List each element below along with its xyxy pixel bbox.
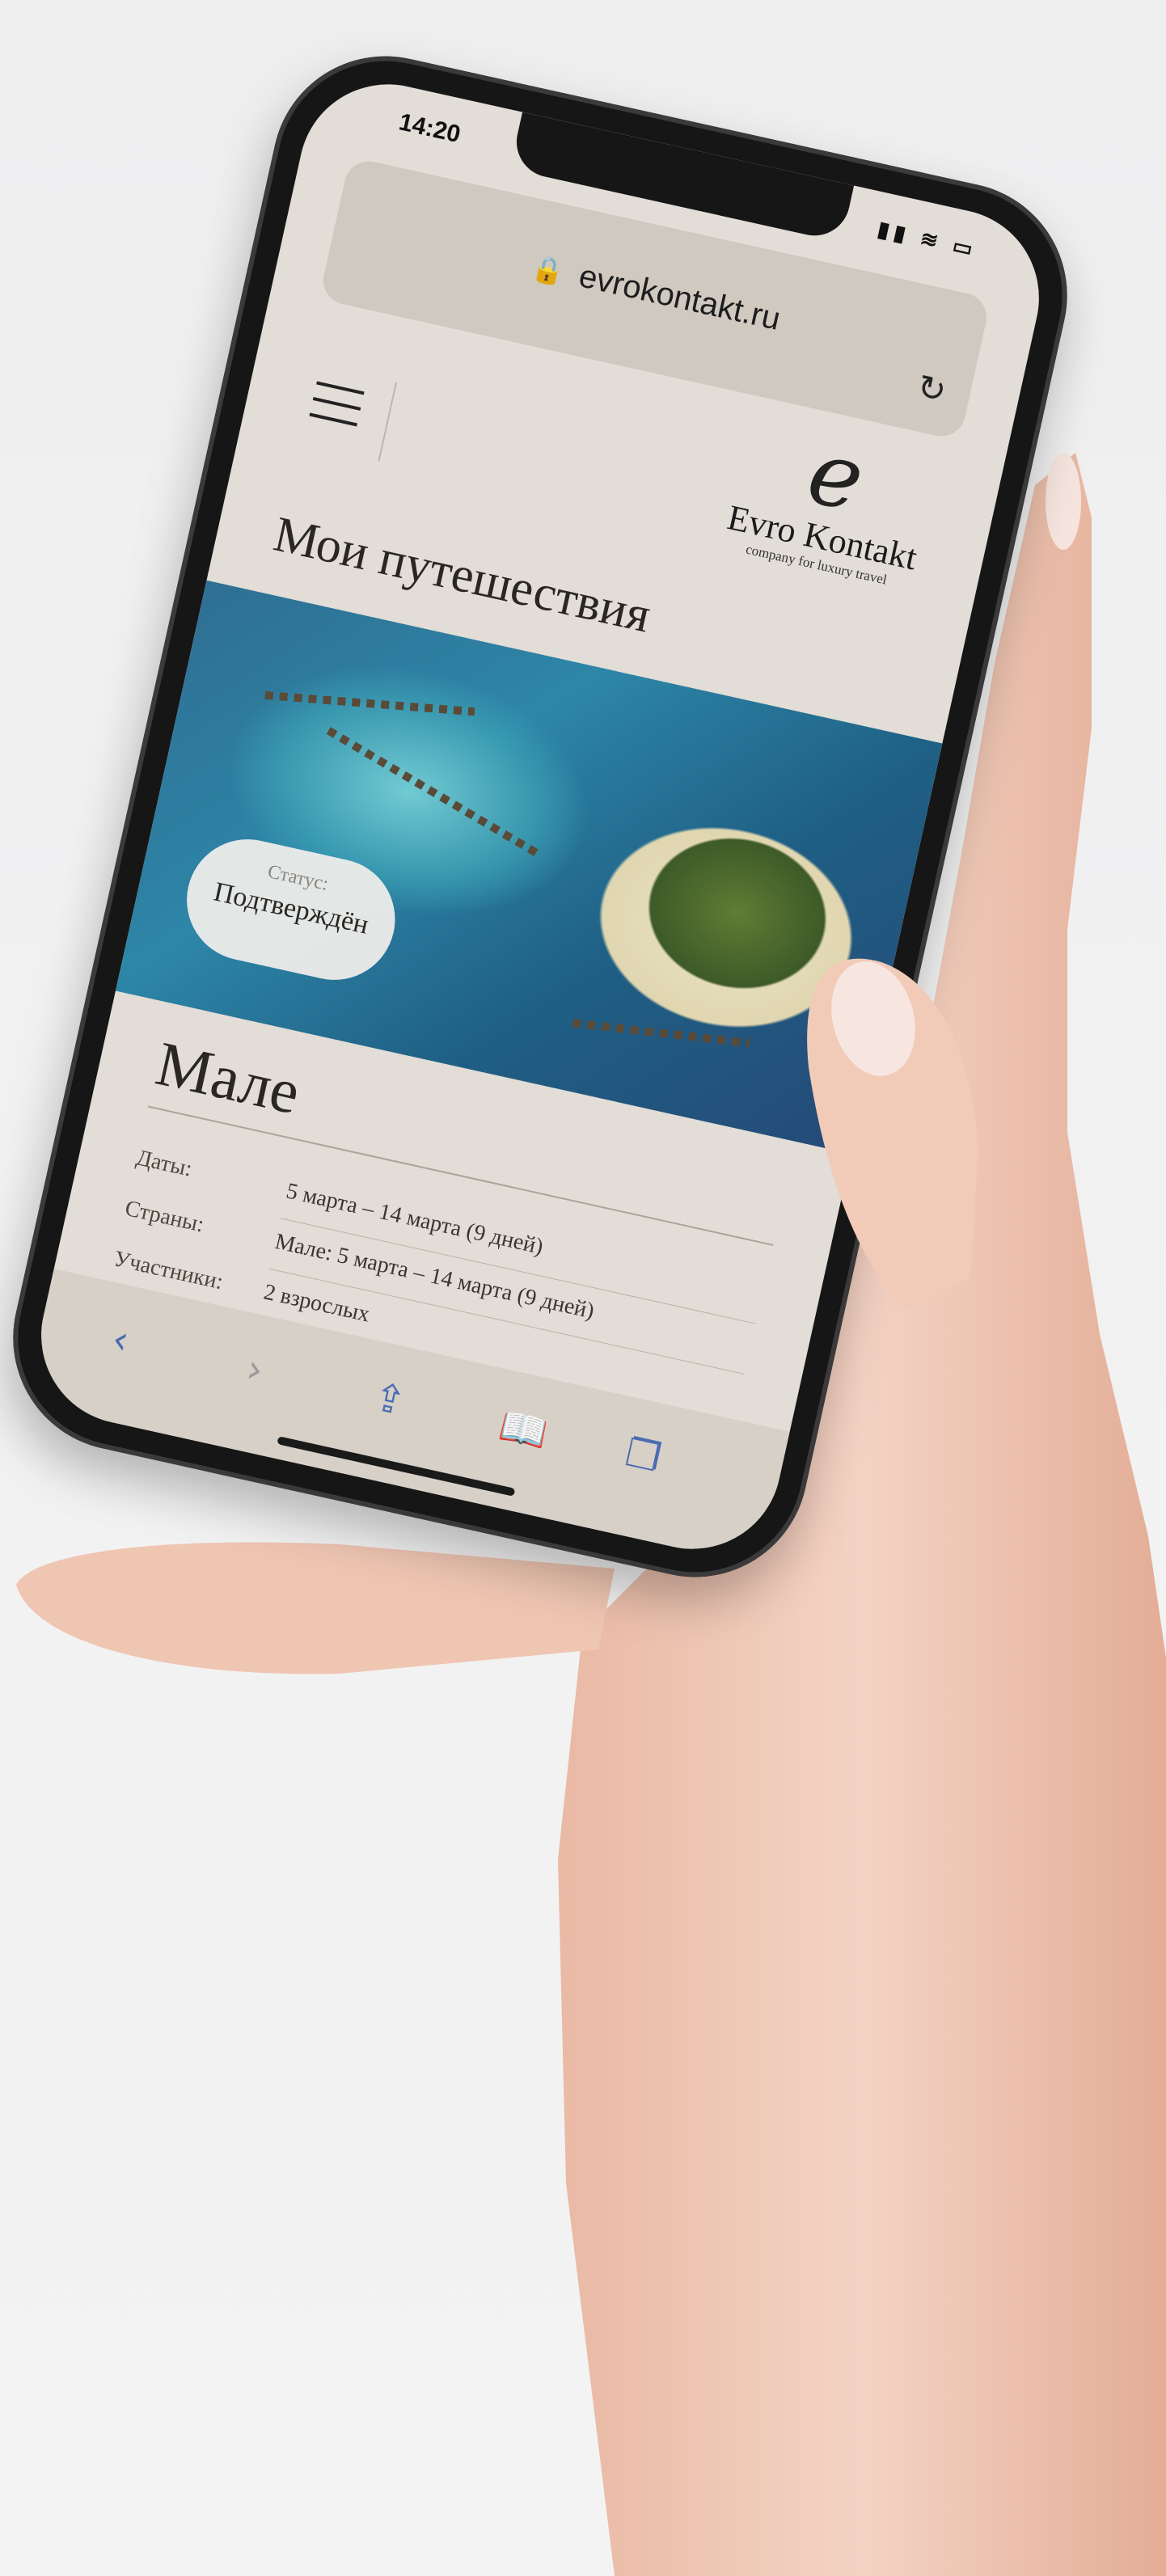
url-text: evrokontakt.ru: [576, 258, 784, 338]
back-icon[interactable]: ‹: [108, 1316, 133, 1364]
header-divider: [378, 382, 398, 462]
reload-icon[interactable]: ↻: [914, 366, 950, 411]
signal-wifi-battery-icon: ▮▮ ≋ ▭: [875, 216, 980, 263]
forward-icon[interactable]: ›: [243, 1345, 268, 1393]
hamburger-icon[interactable]: [309, 381, 365, 430]
bookmarks-icon[interactable]: 📖: [495, 1402, 552, 1458]
tabs-icon[interactable]: ❐: [621, 1429, 665, 1481]
overwater-villas-decor: [572, 1019, 750, 1048]
lock-icon: 🔒: [529, 252, 568, 289]
overwater-villas-decor: [264, 690, 475, 716]
detail-label: Даты:: [133, 1145, 195, 1182]
status-time: 14:20: [396, 108, 463, 149]
trip-destination: Мале: [150, 1027, 306, 1128]
logo[interactable]: e Evro Kontakt company for luxury travel: [704, 409, 948, 628]
overwater-villas-decor: [326, 727, 540, 858]
home-indicator: [277, 1436, 516, 1497]
share-icon[interactable]: ⇪: [369, 1374, 410, 1425]
status-badge: Статус: Подтверждён: [175, 827, 407, 992]
